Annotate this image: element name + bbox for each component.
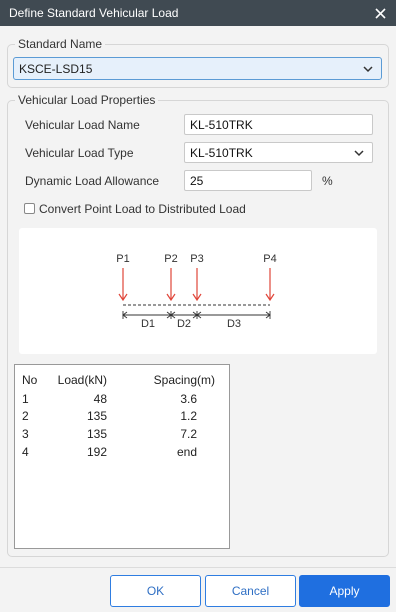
table-row[interactable]: 4 192 end bbox=[15, 445, 229, 462]
table-row[interactable]: 2 135 1.2 bbox=[15, 409, 229, 426]
header-load: Load(kN) bbox=[57, 373, 107, 387]
dialog-footer: OK Cancel Apply bbox=[0, 567, 396, 612]
standard-name-value: KSCE-LSD15 bbox=[19, 61, 93, 76]
vehicular-load-name-input[interactable]: KL-510TRK bbox=[184, 114, 373, 135]
convert-point-load-label: Convert Point Load to Distributed Load bbox=[39, 202, 246, 216]
title-bar: Define Standard Vehicular Load bbox=[0, 0, 396, 26]
load-arrow-p1 bbox=[118, 268, 128, 302]
load-arrow-p2 bbox=[166, 268, 176, 302]
standard-name-select[interactable]: KSCE-LSD15 bbox=[13, 57, 382, 80]
dynamic-load-allowance-label: Dynamic Load Allowance bbox=[25, 174, 160, 188]
cell-no: 1 bbox=[22, 392, 29, 406]
chevron-down-icon bbox=[363, 66, 373, 73]
ok-button[interactable]: OK bbox=[110, 575, 201, 607]
vehicular-load-type-select[interactable]: KL-510TRK bbox=[184, 142, 373, 163]
standard-name-legend: Standard Name bbox=[15, 37, 106, 51]
vehicular-load-name-value: KL-510TRK bbox=[190, 117, 253, 132]
cell-load: 135 bbox=[86, 409, 107, 423]
vehicular-load-name-label: Vehicular Load Name bbox=[25, 118, 140, 132]
load-table[interactable]: No Load(kN) Spacing(m) 1 48 3.6 2 135 1.… bbox=[14, 364, 230, 549]
load-label-p1: P1 bbox=[116, 253, 129, 265]
table-header-row: No Load(kN) Spacing(m) bbox=[15, 373, 229, 390]
cell-spacing: 7.2 bbox=[180, 427, 197, 441]
table-row[interactable]: 1 48 3.6 bbox=[15, 392, 229, 409]
close-button[interactable] bbox=[370, 3, 390, 23]
convert-point-load-checkbox[interactable] bbox=[24, 203, 35, 214]
load-diagram-svg: P1 P2 P3 P4 D1 D2 D3 bbox=[116, 253, 276, 330]
spacing-label-d3: D3 bbox=[227, 318, 241, 330]
cell-no: 3 bbox=[22, 427, 29, 441]
load-label-p3: P3 bbox=[190, 253, 203, 265]
cell-spacing: 3.6 bbox=[180, 392, 197, 406]
spacing-label-d1: D1 bbox=[141, 318, 155, 330]
load-arrow-p3 bbox=[192, 268, 202, 302]
close-icon bbox=[374, 7, 386, 19]
cell-no: 2 bbox=[22, 409, 29, 423]
header-spacing: Spacing(m) bbox=[153, 373, 215, 387]
load-label-p2: P2 bbox=[164, 253, 177, 265]
cell-load: 135 bbox=[86, 427, 107, 441]
spacing-label-d2: D2 bbox=[177, 318, 191, 330]
load-label-p4: P4 bbox=[263, 253, 276, 265]
define-vehicular-load-dialog: Define Standard Vehicular Load Standard … bbox=[0, 0, 396, 612]
load-arrow-p4 bbox=[265, 268, 275, 302]
table-row[interactable]: 3 135 7.2 bbox=[15, 427, 229, 444]
header-no: No bbox=[22, 373, 38, 387]
cell-spacing: end bbox=[176, 445, 197, 459]
dynamic-load-allowance-unit: % bbox=[322, 174, 333, 188]
dynamic-load-allowance-value: 25 bbox=[190, 173, 204, 188]
vehicular-load-type-label: Vehicular Load Type bbox=[25, 146, 134, 160]
load-arrows bbox=[118, 268, 275, 302]
vehicular-load-type-value: KL-510TRK bbox=[190, 145, 253, 160]
load-diagram: P1 P2 P3 P4 D1 D2 D3 bbox=[19, 228, 377, 354]
cancel-button[interactable]: Cancel bbox=[205, 575, 296, 607]
cell-load: 48 bbox=[93, 392, 107, 406]
cell-spacing: 1.2 bbox=[180, 409, 197, 423]
apply-button[interactable]: Apply bbox=[299, 575, 390, 607]
chevron-down-icon bbox=[354, 150, 364, 157]
properties-legend: Vehicular Load Properties bbox=[15, 93, 159, 107]
cell-no: 4 bbox=[22, 445, 29, 459]
window-title: Define Standard Vehicular Load bbox=[9, 6, 179, 20]
dynamic-load-allowance-input[interactable]: 25 bbox=[184, 170, 312, 191]
cell-load: 192 bbox=[86, 445, 107, 459]
